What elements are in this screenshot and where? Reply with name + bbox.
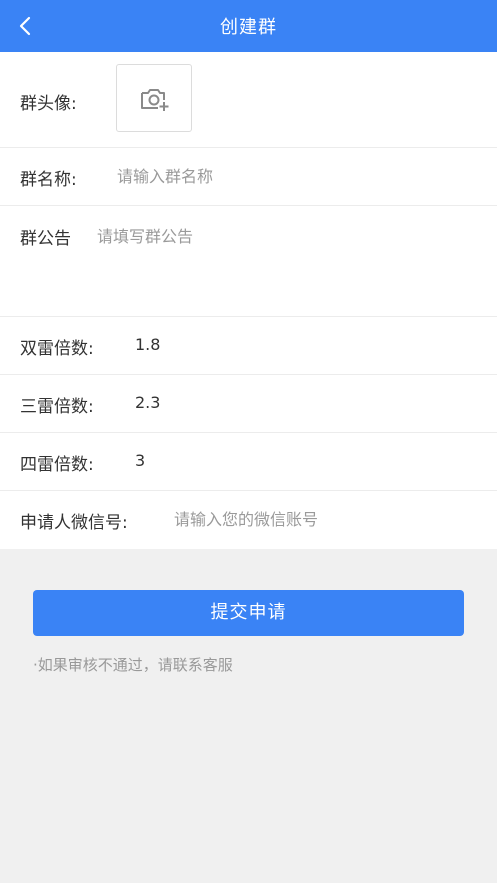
double-multiplier-row: 双雷倍数: 1.8: [0, 317, 497, 375]
triple-multiplier-value[interactable]: 2.3: [135, 393, 160, 412]
submit-button[interactable]: 提交申请: [33, 590, 464, 636]
avatar-upload-button[interactable]: [116, 64, 192, 132]
app-header: 创建群: [0, 0, 497, 52]
page-title: 创建群: [220, 17, 277, 38]
group-name-input[interactable]: [117, 163, 457, 189]
camera-plus-icon: [141, 89, 169, 111]
triple-multiplier-row: 三雷倍数: 2.3: [0, 375, 497, 433]
group-name-row: 群名称:: [0, 148, 497, 206]
quad-multiplier-value[interactable]: 3: [135, 451, 145, 470]
avatar-label: 群头像:: [20, 94, 77, 114]
create-group-form: 群头像: 群名称: 群公告 双雷倍数: 1.8 三雷倍数: 2.3 四雷倍数: …: [0, 52, 497, 549]
avatar-row: 群头像:: [0, 52, 497, 148]
group-notice-label: 群公告: [20, 229, 71, 249]
quad-multiplier-row: 四雷倍数: 3: [0, 433, 497, 491]
double-multiplier-label: 双雷倍数:: [20, 339, 94, 359]
quad-multiplier-label: 四雷倍数:: [20, 455, 94, 475]
group-notice-input[interactable]: [97, 223, 477, 303]
group-notice-row: 群公告: [0, 206, 497, 317]
group-name-label: 群名称:: [20, 170, 77, 190]
triple-multiplier-label: 三雷倍数:: [20, 397, 94, 417]
applicant-wechat-label: 申请人微信号:: [20, 513, 128, 533]
applicant-wechat-row: 申请人微信号:: [0, 491, 497, 549]
review-note: ·如果审核不通过，请联系客服: [33, 656, 233, 674]
double-multiplier-value[interactable]: 1.8: [135, 335, 160, 354]
applicant-wechat-input[interactable]: [174, 506, 474, 532]
